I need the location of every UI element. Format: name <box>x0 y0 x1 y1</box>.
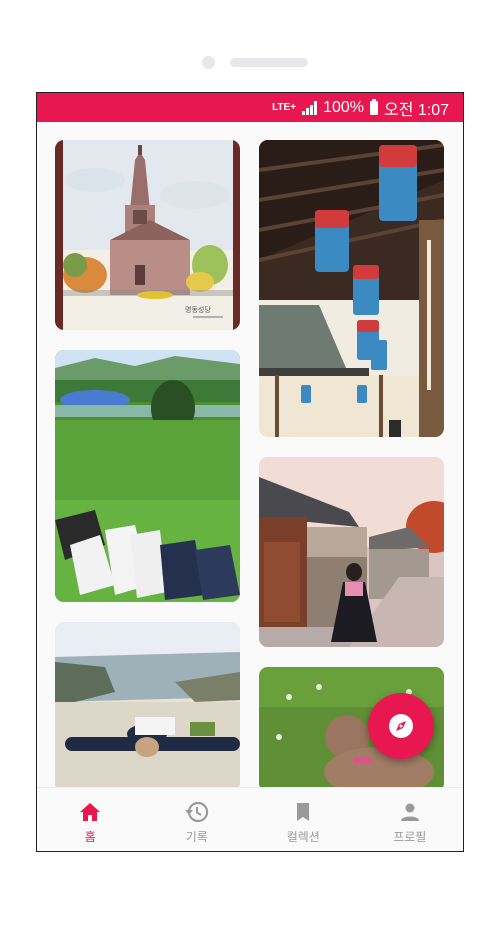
person-icon <box>400 803 419 821</box>
battery-percent: 100% <box>323 98 364 116</box>
feed-card-mountain-summit[interactable] <box>55 622 240 787</box>
feed-card-grass-sneakers[interactable] <box>55 350 240 602</box>
earpiece-speaker <box>230 58 308 67</box>
explore-fab[interactable] <box>368 693 434 759</box>
cathedral-sketch-image: 명동성당 <box>55 140 240 330</box>
nav-label-profile: 프로필 <box>393 830 427 844</box>
feed-card-hanok-alley[interactable] <box>259 457 444 647</box>
nav-item-history[interactable]: 기록 <box>144 788 251 851</box>
network-indicator: LTE+ <box>272 102 297 113</box>
mountain-summit-image <box>55 622 240 787</box>
home-icon <box>80 803 101 821</box>
signal-icon <box>302 100 318 115</box>
phone-bezel-top <box>0 0 500 92</box>
status-bar: LTE+ 100% 오전 1:07 <box>37 93 463 122</box>
bottom-navigation: 홈 기록 컬렉션 프로필 <box>37 787 464 851</box>
nav-item-home[interactable]: 홈 <box>37 788 144 851</box>
nav-item-profile[interactable]: 프로필 <box>357 788 464 851</box>
feed-card-cathedral-sketch[interactable]: 명동성당 <box>55 140 240 330</box>
hanok-alley-image <box>259 457 444 647</box>
feed-card-hanok-lanterns[interactable] <box>259 140 444 437</box>
bookmark-icon <box>297 803 310 821</box>
nav-label-history: 기록 <box>185 830 208 844</box>
nav-item-collection[interactable]: 컬렉션 <box>250 788 357 851</box>
clock: 오전 1:07 <box>383 101 449 119</box>
sketch-handwriting: 명동성당 <box>185 305 211 314</box>
phone-screen: LTE+ 100% 오전 1:07 명동성당 홈 기록 컬렉션 프로필 <box>36 92 464 852</box>
hanok-lanterns-image <box>259 140 444 437</box>
compass-icon <box>389 714 413 738</box>
grass-sneakers-image <box>55 350 240 602</box>
battery-icon <box>369 98 378 115</box>
front-sensor <box>202 56 215 69</box>
nav-label-home: 홈 <box>84 830 96 844</box>
history-icon <box>184 801 208 823</box>
photo-feed[interactable]: 명동성당 <box>37 122 463 787</box>
nav-label-collection: 컬렉션 <box>286 830 320 844</box>
